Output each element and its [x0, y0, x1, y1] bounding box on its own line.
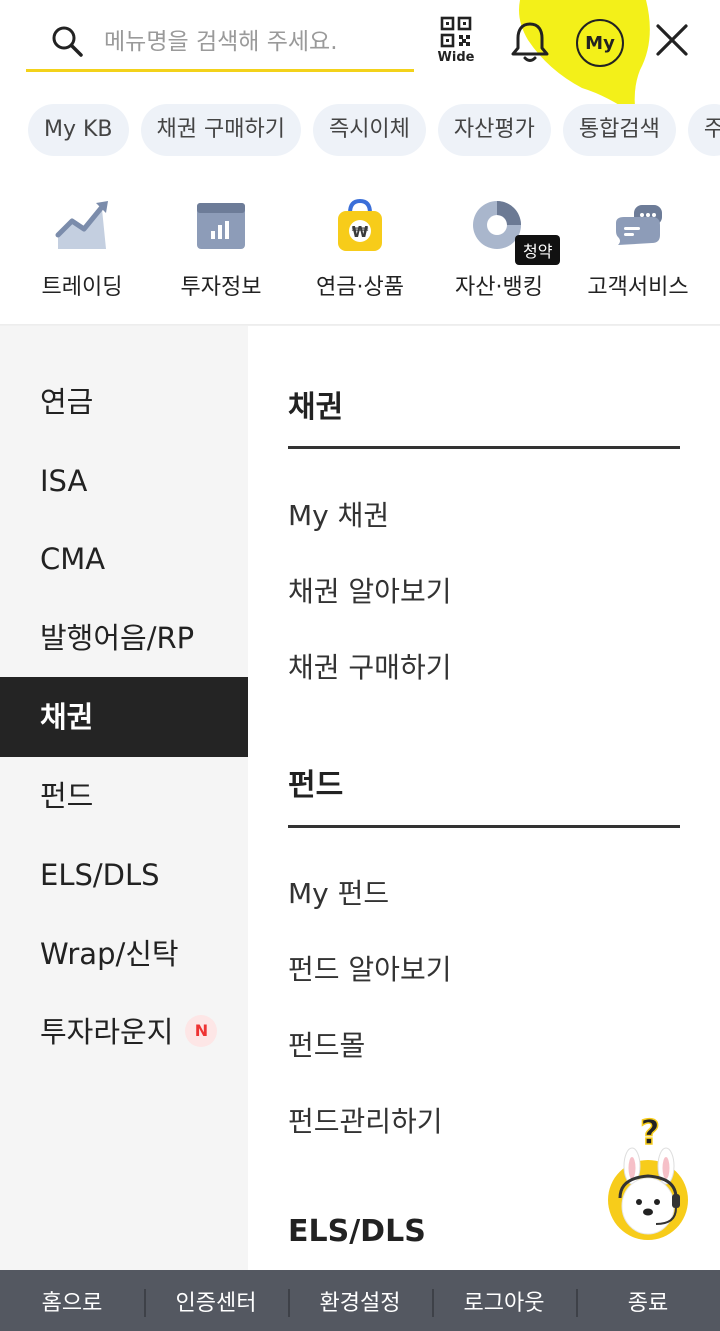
- quick-trading[interactable]: 트레이딩: [12, 185, 152, 301]
- chip-total-search[interactable]: 통합검색: [562, 104, 676, 156]
- section-divider: [288, 446, 680, 449]
- section-divider: [288, 825, 680, 828]
- chart-up-icon: [55, 201, 108, 249]
- chip-my-kb[interactable]: My KB: [28, 104, 129, 156]
- quick-assets-banking[interactable]: 청약 자산·뱅킹: [429, 185, 569, 301]
- submenu-bond-explore[interactable]: 채권 알아보기: [288, 570, 451, 610]
- quick-pension-products[interactable]: ₩ 연금·상품: [290, 185, 430, 301]
- quick-trading-label: 트레이딩: [41, 275, 123, 300]
- left-menu-item-wrap-trust[interactable]: Wrap/신탁: [0, 914, 248, 994]
- section-title-fund: 펀드: [288, 768, 344, 803]
- left-menu-item-fund[interactable]: 펀드: [0, 756, 248, 836]
- left-menu-item-cma[interactable]: CMA: [0, 519, 248, 599]
- home-button[interactable]: 홈으로: [0, 1285, 144, 1317]
- chip-more[interactable]: 주: [687, 104, 720, 156]
- submenu-fund-manage[interactable]: 펀드관리하기: [288, 1100, 443, 1140]
- qr-label: Wide: [437, 50, 475, 65]
- left-menu-item-pension[interactable]: 연금: [0, 362, 248, 442]
- close-icon[interactable]: [654, 22, 690, 58]
- quick-pension-products-label: 연금·상품: [316, 275, 404, 300]
- search-input[interactable]: [104, 24, 404, 60]
- chatbot-mascot-button[interactable]: ?: [600, 1112, 696, 1244]
- left-menu-item-isa[interactable]: ISA: [0, 441, 248, 521]
- submenu-bond-buy[interactable]: 채권 구매하기: [288, 646, 451, 686]
- submenu-fund-explore[interactable]: 펀드 알아보기: [288, 948, 451, 988]
- top-bar: Wide My: [0, 0, 720, 116]
- chat-icon: [616, 205, 662, 245]
- qr-code-icon: [440, 16, 472, 48]
- quick-assets-banking-label: 자산·뱅킹: [455, 275, 543, 300]
- section-title-els-dls: ELS/DLS: [288, 1214, 426, 1249]
- bottom-bar: 홈으로 인증센터 환경설정 로그아웃 종료: [0, 1270, 720, 1331]
- chip-bond-buy[interactable]: 채권 구매하기: [140, 104, 301, 156]
- left-menu-item-invest-lounge-label: 투자라운지: [40, 1015, 174, 1049]
- exit-button[interactable]: 종료: [576, 1285, 720, 1317]
- chip-asset-eval[interactable]: 자산평가: [437, 104, 551, 156]
- mascot-character-icon: ?: [608, 1112, 688, 1240]
- bag-icon: ₩: [338, 198, 382, 251]
- section-title-bond: 채권: [288, 390, 344, 425]
- quick-invest-info-label: 투자정보: [180, 275, 262, 300]
- search-icon: [52, 26, 83, 57]
- logout-button[interactable]: 로그아웃: [432, 1285, 576, 1317]
- quick-customer-service-label: 고객서비스: [587, 275, 689, 300]
- cert-center-button[interactable]: 인증센터: [144, 1285, 288, 1317]
- submenu-my-fund[interactable]: My 펀드: [288, 872, 389, 912]
- settings-button[interactable]: 환경설정: [288, 1285, 432, 1317]
- quick-customer-service[interactable]: 고객서비스: [568, 185, 708, 301]
- shortcut-chips: My KB 채권 구매하기 즉시이체 자산평가 통합검색 주: [28, 104, 720, 158]
- submenu-my-bond[interactable]: My 채권: [288, 494, 389, 534]
- mascot-question-mark: ?: [640, 1113, 660, 1153]
- subscription-badge: 청약: [515, 235, 561, 265]
- qr-wide-button[interactable]: Wide: [432, 16, 480, 70]
- new-badge: N: [185, 1015, 218, 1047]
- left-menu-item-bond[interactable]: 채권: [0, 677, 248, 757]
- submenu-fund-mall[interactable]: 펀드몰: [288, 1024, 365, 1064]
- chip-instant-transfer[interactable]: 즉시이체: [312, 104, 426, 156]
- bell-icon[interactable]: [508, 18, 552, 64]
- left-menu-item-els-dls[interactable]: ELS/DLS: [0, 835, 248, 915]
- left-menu-item-notes-rp[interactable]: 발행어음/RP: [0, 598, 248, 678]
- search-box[interactable]: [26, 10, 414, 72]
- report-icon: [197, 203, 245, 249]
- left-menu-item-invest-lounge[interactable]: 투자라운지 N: [0, 992, 248, 1072]
- svg-text:₩: ₩: [352, 223, 369, 241]
- left-category-menu: 연금 ISA CMA 발행어음/RP 채권 펀드 ELS/DLS Wrap/신탁…: [0, 326, 248, 1270]
- quick-invest-info[interactable]: 투자정보: [151, 185, 291, 301]
- my-button[interactable]: My: [576, 19, 624, 67]
- quick-menu: 트레이딩 투자정보 ₩ 연금·상품 청약 자산·뱅킹 고객서비스: [0, 185, 720, 325]
